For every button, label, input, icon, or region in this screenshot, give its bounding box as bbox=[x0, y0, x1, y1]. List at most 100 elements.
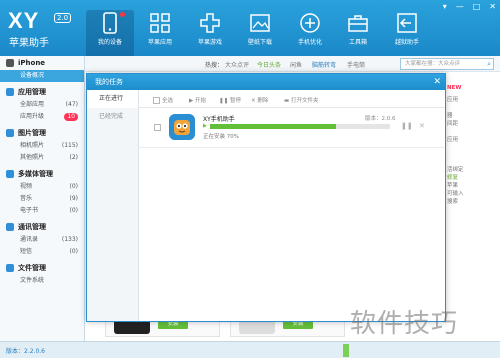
nav-apple-apps[interactable]: 苹果应用 bbox=[136, 10, 184, 50]
nav-label: 苹果应用 bbox=[147, 39, 172, 46]
dialog-title-bar: 我的任务 ✕ bbox=[87, 74, 445, 90]
arrow-icon bbox=[397, 13, 417, 33]
notification-dot bbox=[120, 12, 125, 17]
peek-text: 应用 bbox=[447, 137, 459, 143]
sidebar-item-file-system[interactable]: 文件系统 bbox=[0, 275, 84, 287]
delete-icon[interactable]: ✕ bbox=[419, 122, 425, 130]
progress-fill bbox=[210, 124, 336, 129]
folder-group-icon bbox=[6, 264, 14, 272]
device-icon bbox=[6, 59, 14, 67]
nav-label: 苹果游戏 bbox=[197, 39, 222, 46]
nav-apple-games[interactable]: 苹果游戏 bbox=[186, 10, 234, 50]
checkbox[interactable] bbox=[153, 96, 160, 104]
group-photo-management[interactable]: 图片管理 bbox=[0, 126, 84, 140]
peek-text: 可输入 bbox=[447, 191, 464, 197]
app-logo: XY 2.0 苹果助手 bbox=[8, 8, 80, 49]
pause-icon[interactable]: ❚❚ bbox=[401, 122, 413, 130]
nav-toolbox[interactable]: 工具箱 bbox=[334, 10, 382, 50]
xy-assistant-icon bbox=[169, 114, 195, 140]
minimize-icon[interactable]: — bbox=[456, 2, 464, 11]
task-app-name: XY手机助手 bbox=[203, 116, 235, 123]
close-icon[interactable]: ✕ bbox=[489, 2, 496, 11]
sidebar-item-ebook[interactable]: 电子书 (0) bbox=[0, 205, 84, 217]
peek-text: 苹果 bbox=[447, 183, 459, 189]
status-bar: 版本：2.2.0.6 bbox=[0, 341, 500, 358]
search-icon[interactable]: ⌕ bbox=[487, 59, 491, 69]
group-title: 多媒体管理 bbox=[18, 170, 53, 178]
hot-label: 热搜： bbox=[205, 62, 224, 69]
upgrade-badge: 10 bbox=[64, 113, 78, 121]
sidebar-item-all-apps[interactable]: 全部应用 (47) bbox=[0, 99, 84, 111]
peek-text: 活绑定 bbox=[447, 167, 464, 173]
nav-label: 手机优化 bbox=[297, 39, 322, 46]
sidebar-item-device-overview[interactable]: 设备概况 bbox=[0, 70, 84, 82]
maximize-icon[interactable]: □ bbox=[473, 2, 481, 11]
nav-label: 壁纸下载 bbox=[247, 39, 272, 46]
picture-icon bbox=[250, 14, 270, 32]
peek-text: 搜索 bbox=[447, 199, 459, 205]
sidebar-item-other-photos[interactable]: 其他照片 (2) bbox=[0, 152, 84, 164]
hot-search-bar: 热搜： 大众点评 今日头条 闲鱼 脑筋转弯 手电筒 大家都在搜：大众点评 ⌕ bbox=[85, 56, 500, 72]
nav-wallpaper[interactable]: 壁纸下载 bbox=[236, 10, 284, 50]
task-row[interactable]: XY手机助手 版本：2.0.6 ▶ 正在安装 70% ❚❚ ✕ bbox=[139, 108, 445, 148]
nav-label: 工具箱 bbox=[348, 39, 367, 46]
logo-subtitle: 苹果助手 bbox=[9, 38, 49, 49]
group-file-management[interactable]: 文件管理 bbox=[0, 261, 84, 275]
media-group-icon bbox=[6, 170, 14, 178]
group-media-management[interactable]: 多媒体管理 bbox=[0, 167, 84, 181]
toolbox-icon bbox=[348, 15, 368, 32]
sidebar-item-camera-photos[interactable]: 相机照片 (115) bbox=[0, 140, 84, 152]
hot-item[interactable]: 手电筒 bbox=[347, 60, 365, 69]
peek-text: 应用 bbox=[447, 97, 459, 103]
tab-completed[interactable]: 已经完成 bbox=[87, 108, 138, 126]
sidebar-item-sms[interactable]: 短信 (0) bbox=[0, 246, 84, 258]
group-title: 图片管理 bbox=[18, 129, 46, 137]
install-progress-bar bbox=[210, 124, 390, 129]
play-icon: ▶ bbox=[203, 123, 207, 129]
window-controls: ▾ — □ ✕ bbox=[443, 2, 496, 11]
tab-in-progress[interactable]: 正在进行 bbox=[87, 90, 138, 108]
sidebar-item-app-upgrade[interactable]: 应用升级 10 bbox=[0, 111, 84, 123]
hot-item[interactable]: 脑筋转弯 bbox=[312, 60, 336, 69]
peek-text: 器 bbox=[447, 113, 453, 119]
sidebar: iPhone 设备概况 应用管理 全部应用 (47) 应用升级 10 图片管理 相机… bbox=[0, 56, 85, 341]
logo-text: XY bbox=[8, 8, 40, 33]
sidebar-item-video[interactable]: 视频 (0) bbox=[0, 181, 84, 193]
group-app-management[interactable]: 应用管理 bbox=[0, 85, 84, 99]
device-header[interactable]: iPhone bbox=[0, 56, 84, 70]
my-tasks-dialog: 我的任务 ✕ 正在进行 已经完成 全选 ▶ 开始 ❚❚ 暂停 ✕ 删除 ▬ 打开… bbox=[86, 73, 446, 322]
dialog-title: 我的任务 bbox=[95, 78, 123, 86]
peek-text: 间距 bbox=[447, 121, 459, 127]
nav-optimize[interactable]: 手机优化 bbox=[286, 10, 334, 50]
group-communication-management[interactable]: 通讯管理 bbox=[0, 220, 84, 234]
task-checkbox[interactable] bbox=[154, 124, 161, 131]
pause-button[interactable]: ❚❚ 暂停 bbox=[219, 96, 241, 104]
menu-icon[interactable]: ▾ bbox=[443, 2, 447, 11]
sidebar-item-music[interactable]: 音乐 (9) bbox=[0, 193, 84, 205]
version-text: 版本：2.2.0.6 bbox=[6, 348, 45, 355]
apps-icon bbox=[150, 13, 170, 33]
peek-text: 修复 bbox=[447, 175, 459, 181]
search-input[interactable]: 大家都在搜：大众点评 ⌕ bbox=[400, 58, 494, 70]
search-placeholder: 大家都在搜：大众点评 bbox=[405, 61, 461, 67]
delete-button[interactable]: ✕ 删除 bbox=[251, 96, 268, 104]
start-button[interactable]: ▶ 开始 bbox=[189, 96, 206, 104]
close-icon[interactable]: ✕ bbox=[433, 75, 441, 89]
hot-item[interactable]: 大众点评 bbox=[225, 60, 249, 69]
sidebar-item-contacts[interactable]: 通讯录 (133) bbox=[0, 234, 84, 246]
nav-label: 我的设备 bbox=[97, 39, 122, 46]
group-title: 应用管理 bbox=[18, 88, 46, 96]
device-name: iPhone bbox=[18, 59, 46, 67]
select-all-checkbox[interactable]: 全选 bbox=[153, 96, 173, 104]
hot-item[interactable]: 闲鱼 bbox=[290, 60, 302, 69]
task-toolbar: 全选 ▶ 开始 ❚❚ 暂停 ✕ 删除 ▬ 打开文件夹 bbox=[139, 90, 445, 108]
phone-icon bbox=[103, 12, 117, 34]
nav-my-device[interactable]: 我的设备 bbox=[86, 10, 134, 56]
top-bar: XY 2.0 苹果助手 我的设备 苹果应用 苹果游戏 壁纸下载 手机优化 工具箱… bbox=[0, 0, 500, 56]
select-all-label: 全选 bbox=[162, 98, 174, 104]
nav-jailbreak[interactable]: 越狱助手 bbox=[383, 10, 431, 50]
photo-group-icon bbox=[6, 129, 14, 137]
gamepad-icon bbox=[200, 13, 220, 33]
open-folder-button[interactable]: ▬ 打开文件夹 bbox=[284, 96, 318, 104]
hot-item[interactable]: 今日头条 bbox=[257, 60, 281, 69]
